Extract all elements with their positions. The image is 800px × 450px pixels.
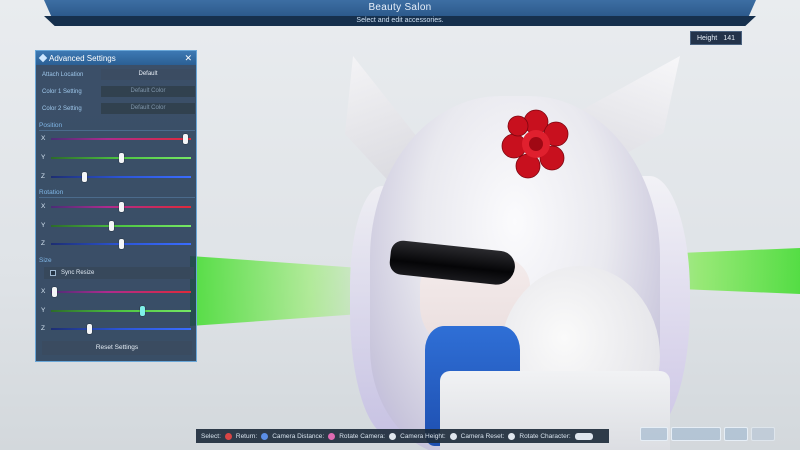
attach-location-label: Attach Location: [42, 71, 84, 78]
camera-height-hint: Camera Height:: [400, 432, 446, 440]
slider-track[interactable]: [51, 287, 191, 297]
panel-header: Advanced Settings ✕: [36, 51, 196, 65]
square-button-icon: [328, 432, 336, 440]
screen-title: Beauty Salon: [44, 0, 756, 16]
rotate-character-hint: Rotate Character:: [519, 432, 571, 440]
slider-knob[interactable]: [82, 172, 87, 182]
size-y-slider[interactable]: Y: [39, 305, 195, 317]
red-flower-icon: [500, 108, 572, 180]
slider-knob[interactable]: [87, 324, 92, 334]
position-z-slider[interactable]: Z: [39, 171, 195, 183]
color-2-label: Color 2 Setting: [42, 105, 82, 112]
rotation-z-slider[interactable]: Z: [39, 238, 195, 250]
slider-knob[interactable]: [52, 287, 57, 297]
screen-subtitle: Select and edit accessories.: [44, 16, 756, 26]
attach-location-value[interactable]: Default: [101, 69, 195, 80]
size-z-slider[interactable]: Z: [39, 323, 195, 335]
color-2-value[interactable]: Default Color: [101, 103, 195, 114]
divider: [39, 130, 195, 131]
attach-location-row[interactable]: Attach Location Default: [39, 68, 195, 81]
divider: [39, 197, 195, 198]
position-x-slider[interactable]: X: [39, 133, 195, 145]
touchpad-combo-icon: [574, 432, 593, 440]
cross-button-icon: [261, 432, 269, 440]
reset-settings-button[interactable]: Reset Settings: [42, 341, 192, 355]
checkbox-icon[interactable]: [50, 270, 56, 276]
advanced-settings-panel: Advanced Settings ✕ Attach Location Defa…: [35, 50, 197, 362]
slider-knob[interactable]: [109, 221, 114, 231]
axis-label: Z: [41, 173, 45, 180]
slider-knob[interactable]: [119, 153, 124, 163]
slider-track[interactable]: [51, 221, 191, 231]
axis-label: X: [41, 135, 46, 142]
play-icon[interactable]: [751, 427, 775, 441]
bottom-right-icons: [640, 427, 775, 441]
control-hints-bar: Select: Return: Camera Distance: Rotate …: [196, 429, 609, 443]
rotation-x-slider[interactable]: X: [39, 201, 195, 213]
axis-label: Z: [41, 240, 45, 247]
size-section-label: Size: [39, 257, 52, 264]
camera-toggle-icon[interactable]: [640, 427, 668, 441]
panel-title: Advanced Settings: [49, 53, 116, 63]
color-2-row[interactable]: Color 2 Setting Default Color: [39, 102, 195, 115]
stick-press-icon: [508, 432, 516, 440]
slider-knob[interactable]: [183, 134, 188, 144]
sync-resize-toggle[interactable]: Sync Resize: [44, 267, 194, 279]
rotation-y-slider[interactable]: Y: [39, 220, 195, 232]
display-toggle-icon[interactable]: [671, 427, 721, 441]
slider-track[interactable]: [51, 239, 191, 249]
axis-label: Z: [41, 325, 45, 332]
position-section-label: Position: [39, 122, 63, 129]
height-readout: Height 141: [690, 31, 742, 45]
sync-resize-label: Sync Resize: [61, 270, 95, 276]
color-1-value[interactable]: Default Color: [101, 86, 195, 97]
left-stick-icon: [449, 432, 457, 440]
slider-knob[interactable]: [119, 239, 124, 249]
axis-label: X: [41, 203, 46, 210]
circle-button-icon: [224, 432, 232, 440]
slider-knob[interactable]: [140, 306, 145, 316]
color-1-label: Color 1 Setting: [42, 88, 82, 95]
right-stick-icon: [389, 432, 397, 440]
position-y-slider[interactable]: Y: [39, 152, 195, 164]
slider-track[interactable]: [51, 153, 191, 163]
slider-track[interactable]: [51, 134, 191, 144]
slider-track[interactable]: [51, 172, 191, 182]
color-1-row[interactable]: Color 1 Setting Default Color: [39, 85, 195, 98]
rotation-section-label: Rotation: [39, 189, 64, 196]
slider-track[interactable]: [51, 202, 191, 212]
slider-track[interactable]: [51, 306, 191, 316]
return-hint: Return:: [235, 432, 258, 440]
size-x-slider[interactable]: X: [39, 286, 195, 298]
axis-label: Y: [41, 154, 46, 161]
camera-distance-hint: Camera Distance:: [272, 432, 325, 440]
axis-label: Y: [41, 307, 46, 314]
diamond-icon: [38, 53, 48, 63]
select-hint: Select:: [201, 432, 221, 440]
close-icon[interactable]: ✕: [184, 53, 192, 64]
axis-label: X: [41, 288, 46, 295]
screenshot-icon[interactable]: [724, 427, 748, 441]
top-header: Beauty Salon Select and edit accessories…: [0, 0, 800, 26]
camera-reset-hint: Camera Reset:: [460, 432, 505, 440]
slider-knob[interactable]: [119, 202, 124, 212]
slider-track[interactable]: [51, 324, 191, 334]
height-label: Height: [697, 34, 718, 42]
axis-label: Y: [41, 222, 46, 229]
rotate-camera-hint: Rotate Camera:: [339, 432, 386, 440]
height-value: 141: [723, 34, 735, 42]
